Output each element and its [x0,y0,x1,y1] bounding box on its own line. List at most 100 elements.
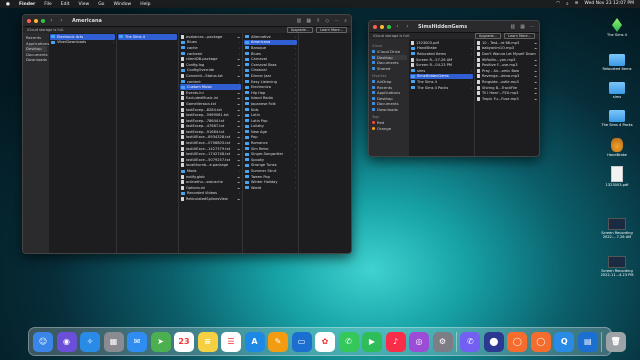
dock-preview-icon[interactable]: ▤ [577,331,598,352]
file-row-10-test-rd-68-mp3[interactable]: 10 - Test...rd 68.mp3 ☁ [476,40,538,46]
desktop-icon-the-sims-4[interactable]: The Sims 4 [600,18,634,37]
menu-edit[interactable]: Edit [61,2,70,7]
dock-system-preferences-icon[interactable]: ⚙ [432,331,453,352]
search-icon[interactable]: ⌕ [566,1,569,7]
menu-file[interactable]: File [44,2,52,7]
dock-mail-icon[interactable]: ✉ [127,331,147,352]
sidebar-tag-red[interactable]: Red [371,120,407,126]
menu-go[interactable]: Go [98,2,104,7]
file-row-lastexcep-78644-txt[interactable]: lastExcep...78644.txt ☁ [180,118,241,124]
desktop-icon-handbrake[interactable]: HandBrake [600,138,634,157]
view-columns-icon[interactable]: ▥ [511,24,516,30]
dock-messages-icon[interactable]: ✆ [338,331,359,352]
file-row-relocated-items[interactable]: Relocated Items › [410,51,473,57]
file-row-hip-hop[interactable]: Hip Hop › [244,90,297,96]
menubar-clock[interactable]: Wed Nov 23 12:07 PM [584,1,634,7]
group-icon[interactable]: ▦ [306,18,311,24]
file-row-gameversion-txt[interactable]: GameVersion.txt ☁ [180,101,241,107]
sidebar-item-airdrop[interactable]: AirDrop [371,79,407,85]
file-row-lastexcep-91684-txt[interactable]: lastExcep...91684.txt ☁ [180,129,241,135]
file-row-reticulatedsplinesview[interactable]: ReticulatedSplinesView ☁ [180,196,241,202]
sidebar-item-downloads[interactable]: Downloads [371,107,407,113]
sidebar-item-recents[interactable]: Recents [25,35,47,41]
desktop-icon-sims[interactable]: sims [600,82,634,99]
sidebar-item-documents[interactable]: Documents [25,52,48,58]
menu-view[interactable]: View [79,2,90,7]
dock-calendar-icon[interactable]: 23 [174,331,194,352]
dock-siri-icon[interactable]: ◉ [56,331,77,352]
file-row-spooky[interactable]: Spooky › [244,157,297,163]
dock-maps-icon[interactable]: ➤ [150,331,171,352]
file-row-ringside-ustle-mp3[interactable]: Ringside...ustle.mp3 ☁ [476,79,538,85]
sidebar-item-documents[interactable]: Documents [371,60,407,66]
dock-launchpad-icon[interactable]: ▦ [103,331,124,352]
file-row-alternative[interactable]: Alternative › [244,34,297,40]
back-button[interactable]: ‹ [394,23,401,30]
desktop-icon-screen-recording-1[interactable]: Screen Recording 2022-...7.26 AM [600,218,634,239]
minimize-button[interactable] [34,18,38,23]
sidebar-item-desktop[interactable]: Desktop [25,46,47,52]
dock-safari-icon[interactable]: ✧ [80,331,100,352]
dock-reminders-icon[interactable]: ☰ [221,331,241,352]
dock-origin-update-icon[interactable]: ◯ [530,331,551,352]
file-row-viberdownloads[interactable]: ViberDownloads › [50,40,115,46]
file-row-config-log[interactable]: Config.log ☁ [180,62,241,68]
group-icon[interactable]: ▦ [520,24,525,30]
forward-button[interactable]: › [404,23,411,30]
desktop-icon-screen-recording-2[interactable]: Screen Recording 2022-11...4.23 PM [600,256,634,277]
file-row-the-sims-4[interactable]: The Sims 4 › [118,34,177,40]
dock-podcasts-icon[interactable]: ◎ [409,331,429,352]
tag-icon[interactable]: ◇ [325,18,329,24]
sidebar-item-documents-fav[interactable]: Documents [371,101,407,107]
file-row-tropic-fu-fuse-mp3[interactable]: Tropic Fu...Fuse.mp3 ☁ [476,96,538,102]
dock-origin-icon[interactable]: ◯ [507,331,528,352]
file-row-lastuiexce-5079257-txt[interactable]: lastUIExce...5079257.txt ☁ [180,157,241,163]
window-titlebar[interactable]: ‹ › SimsHiddenGems ▥ ▦ ⋯ [369,21,539,33]
sidebar-tag-orange[interactable]: Orange [371,126,407,132]
file-row-pray-an-omic-bow[interactable]: Pray - An...omic Bow ☁ [476,68,538,74]
menu-help[interactable]: Help [140,2,150,7]
dock-music-icon[interactable]: ♪ [385,331,406,352]
file-row-latin-pop[interactable]: Latin Pop › [244,118,297,124]
dock-pages-icon[interactable]: ✎ [268,331,288,352]
file-row-avatarcac-package[interactable]: avatarcac...package ☁ [180,34,241,40]
dock-keynote-icon[interactable]: ▭ [291,331,312,352]
more-icon[interactable]: ⋯ [334,18,339,24]
file-row-1323003-pdf[interactable]: 1323003.pdf [410,40,473,46]
file-row-japanese-folk[interactable]: Japanese Folk › [244,101,297,107]
dock-finder-icon[interactable]: ☺ [33,331,53,352]
file-row-the-sims-4-packs[interactable]: The Sims 4 Packs › [410,85,473,91]
sidebar-item-applications[interactable]: Applications [25,41,49,47]
close-button[interactable] [27,18,31,23]
sidebar-item-applications[interactable]: Applications [371,90,407,96]
file-row-world[interactable]: World › [244,185,297,191]
file-row-baroque[interactable]: Baroque › [244,45,297,51]
forward-button[interactable]: › [58,17,65,24]
file-row-options-ini[interactable]: Options.ini ☁ [180,185,241,191]
dock-viber-icon[interactable]: ✆ [460,331,481,352]
desktop-icon-1323003-pdf[interactable]: 1323003.pdf [600,166,634,187]
file-row-the-sims-4[interactable]: The Sims 4 › [410,79,473,85]
zoom-button[interactable] [387,24,391,29]
file-row-connecti-status-txt[interactable]: Connecti...Status.txt ☁ [180,73,241,79]
sidebar-item-downloads[interactable]: Downloads [25,57,47,63]
file-row-new-age[interactable]: New Age › [244,129,297,135]
apple-menu-icon[interactable]: ● [6,2,10,7]
file-row-carnaval-bass[interactable]: Carnaval Bass › [244,62,297,68]
desktop-icon-relocated-items[interactable]: Relocated Items [600,54,634,71]
sidebar-item-shared[interactable]: Shared [371,66,407,72]
dock-trash-icon[interactable]: 🗑 [605,331,626,352]
dock-photos-icon[interactable]: ✿ [315,331,335,352]
app-menu[interactable]: Finder [19,2,35,7]
dock-facetime-icon[interactable]: ▶ [362,331,382,352]
file-row-events-ini[interactable]: Events.ini ☁ [180,90,241,96]
dock-notes-icon[interactable]: ≡ [197,331,218,352]
desktop-icon-the-sims-4-packs[interactable]: The Sims 4 Packs [600,110,634,127]
window-titlebar[interactable]: ‹ › Americana ▥ ▦ ⇪ ◇ ⋯ ⌕ [23,15,351,27]
share-icon[interactable]: ⇪ [316,18,320,24]
file-row-cache[interactable]: cache › [180,45,241,51]
sidebar-item-icloud-drive[interactable]: iCloud Drive [371,49,407,55]
file-row-don-t-wanna-let-myself-down[interactable]: Don't Wanna Let Myself Down☁ [476,51,538,57]
view-columns-icon[interactable]: ▥ [297,18,302,24]
file-row-sims[interactable]: sims › [410,68,473,74]
